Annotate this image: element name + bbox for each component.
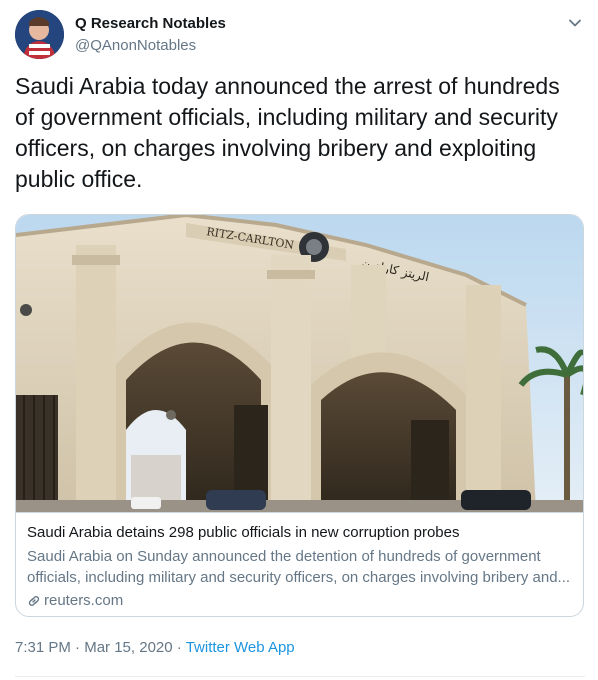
card-title[interactable]: Saudi Arabia detains 298 public official… xyxy=(27,523,572,543)
link-card[interactable]: RITZ-CARLTON الريتز كارلتون Saudi Arabia… xyxy=(15,214,584,617)
card-body[interactable]: Saudi Arabia detains 298 public official… xyxy=(16,512,583,616)
tweet-metadata: 7:31 PM · Mar 15, 2020 · Twitter Web App xyxy=(15,638,295,658)
chevron-down-icon[interactable] xyxy=(566,14,584,32)
card-description: Saudi Arabia on Sunday announced the det… xyxy=(27,548,571,586)
tweet-text: Saudi Arabia today announced the arrest … xyxy=(15,73,560,192)
meta-separator: · xyxy=(176,639,182,656)
card-domain-text[interactable]: reuters.com xyxy=(44,591,123,611)
avatar[interactable] xyxy=(15,10,64,59)
card-domain[interactable]: reuters.com xyxy=(27,591,572,611)
tweet-source-link[interactable]: Twitter Web App xyxy=(186,639,295,656)
tweet-date[interactable]: Mar 15, 2020 xyxy=(84,639,172,656)
card-image[interactable]: RITZ-CARLTON الريتز كارلتون xyxy=(16,215,583,512)
meta-separator: · xyxy=(75,639,81,656)
tweet-author[interactable]: Q Research Notables @QAnonNotables xyxy=(75,14,226,56)
tweet: Q Research Notables @QAnonNotables Saudi… xyxy=(0,0,598,680)
tweet-time[interactable]: 7:31 PM xyxy=(15,639,71,656)
link-icon xyxy=(27,594,41,608)
author-handle[interactable]: @QAnonNotables xyxy=(75,36,226,56)
divider xyxy=(15,676,585,677)
author-display-name[interactable]: Q Research Notables xyxy=(75,14,226,34)
